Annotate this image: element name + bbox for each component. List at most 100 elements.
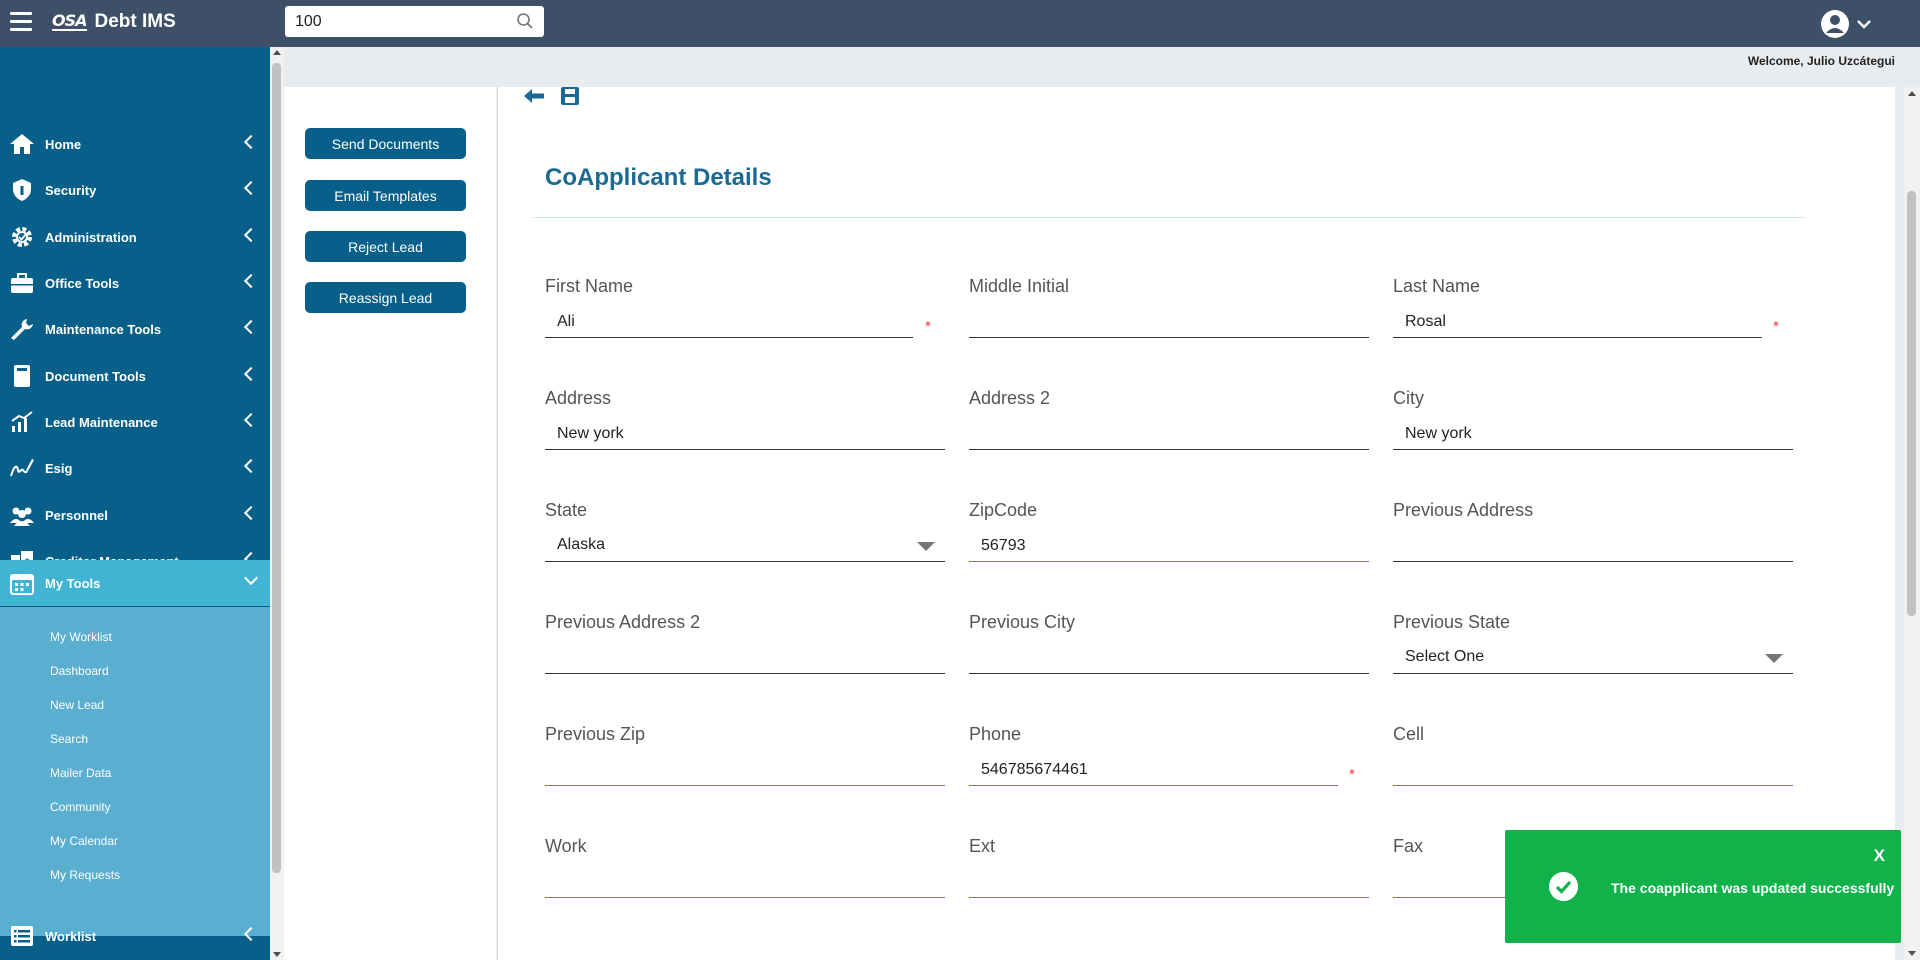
- submenu-item-new-lead[interactable]: New Lead: [50, 698, 104, 712]
- previous-state-select[interactable]: Select One: [1393, 642, 1793, 674]
- sidebar-item-home[interactable]: Home: [0, 121, 270, 167]
- chevron-left-icon: [243, 227, 259, 243]
- chevron-left-icon: [243, 458, 259, 474]
- scroll-down-arrow-icon[interactable]: [273, 952, 281, 957]
- previous-city-input[interactable]: [969, 642, 1369, 674]
- user-avatar-icon: [1821, 10, 1849, 38]
- sidebar-item-maintenance-tools[interactable]: Maintenance Tools: [0, 306, 270, 352]
- welcome-text: Welcome, Julio Uzcátegui: [1747, 54, 1895, 68]
- reject-lead-button[interactable]: Reject Lead: [305, 231, 466, 262]
- sidebar: Home Security Administration Office Tool…: [0, 47, 270, 960]
- sidebar-item-label: Esig: [45, 460, 73, 476]
- sidebar-item-security[interactable]: Security: [0, 167, 270, 213]
- submenu-item-dashboard[interactable]: Dashboard: [50, 664, 109, 678]
- ext-input[interactable]: [969, 866, 1369, 898]
- field-label: Fax: [1393, 836, 1424, 856]
- field-label: Previous City: [969, 612, 1076, 632]
- cell-input[interactable]: [1393, 754, 1793, 786]
- bar-chart-icon: [11, 411, 33, 432]
- zipcode-input[interactable]: [969, 530, 1369, 562]
- sidebar-item-esig[interactable]: Esig: [0, 445, 270, 491]
- sidebar-item-label: Security: [45, 182, 97, 198]
- home-icon: [10, 134, 34, 154]
- sidebar-item-label: Home: [45, 136, 82, 152]
- hamburger-menu-icon[interactable]: [10, 12, 32, 32]
- submenu-item-mailer-data[interactable]: Mailer Data: [50, 766, 111, 780]
- address2-input[interactable]: [969, 418, 1369, 450]
- field-label: Ext: [969, 836, 996, 856]
- chevron-left-icon: [243, 412, 259, 428]
- dropdown-arrow-icon: [917, 542, 935, 551]
- briefcase-icon: [11, 273, 33, 293]
- global-search: [285, 6, 544, 37]
- sidebar-item-label: Document Tools: [45, 368, 146, 384]
- field-label: First Name: [545, 276, 634, 296]
- field-label: Address 2: [969, 388, 1051, 408]
- phone-input[interactable]: [969, 754, 1338, 786]
- title-divider: [533, 217, 1805, 218]
- main-scrollbar[interactable]: [1904, 87, 1920, 960]
- scroll-down-arrow-icon[interactable]: [1908, 951, 1916, 956]
- required-asterisk: *: [925, 318, 931, 335]
- work-input[interactable]: [545, 866, 945, 898]
- brand-name: Debt IMS: [94, 11, 176, 32]
- required-asterisk: *: [1773, 318, 1779, 335]
- toast-message: The coapplicant was updated successfully: [1611, 880, 1895, 896]
- field-label: Last Name: [1393, 276, 1481, 296]
- submenu-item-my-calendar[interactable]: My Calendar: [50, 834, 118, 848]
- field-label: Phone: [969, 724, 1022, 744]
- book-icon: [14, 365, 30, 387]
- actions-panel: Send Documents Email Templates Reject Le…: [284, 87, 496, 960]
- scroll-up-arrow-icon[interactable]: [273, 50, 281, 55]
- sidebar-item-label: Administration: [45, 229, 137, 245]
- scrollbar-thumb[interactable]: [272, 63, 281, 873]
- user-menu[interactable]: [1820, 9, 1872, 39]
- email-templates-button[interactable]: Email Templates: [305, 180, 466, 211]
- sidebar-item-label: Personnel: [45, 507, 108, 523]
- sidebar-item-personnel[interactable]: Personnel: [0, 492, 270, 538]
- field-label: Previous Zip: [545, 724, 646, 744]
- city-input[interactable]: [1393, 418, 1793, 450]
- brand: OSA Debt IMS: [52, 11, 176, 33]
- send-documents-button[interactable]: Send Documents: [305, 128, 466, 159]
- submenu-item-my-worklist[interactable]: My Worklist: [50, 630, 112, 644]
- reassign-lead-button[interactable]: Reassign Lead: [305, 282, 466, 313]
- address-input[interactable]: [545, 418, 945, 450]
- check-circle-icon: [1549, 872, 1578, 901]
- chevron-left-icon: [243, 319, 259, 335]
- scrollbar-thumb[interactable]: [1907, 191, 1916, 616]
- submenu-item-my-requests[interactable]: My Requests: [50, 868, 120, 882]
- sidebar-item-my-tools[interactable]: My Tools: [0, 560, 270, 606]
- search-input[interactable]: [295, 12, 505, 31]
- field-label: Middle Initial: [969, 276, 1070, 296]
- previous-zip-input[interactable]: [545, 754, 945, 786]
- submenu-item-community[interactable]: Community: [50, 800, 111, 814]
- sidebar-item-administration[interactable]: Administration: [0, 214, 270, 260]
- scroll-up-arrow-icon[interactable]: [1908, 91, 1916, 96]
- previous-address2-input[interactable]: [545, 642, 945, 674]
- success-toast: X The coapplicant was updated successful…: [1505, 830, 1901, 943]
- sidebar-scrollbar[interactable]: [270, 47, 284, 960]
- brand-logo: OSA: [52, 11, 88, 31]
- save-icon[interactable]: [560, 86, 580, 106]
- chevron-down-icon: [243, 570, 259, 586]
- sidebar-item-office-tools[interactable]: Office Tools: [0, 260, 270, 306]
- last-name-input[interactable]: [1393, 306, 1762, 338]
- sidebar-item-lead-maintenance[interactable]: Lead Maintenance: [0, 399, 270, 445]
- search-icon[interactable]: [516, 12, 534, 30]
- sidebar-item-document-tools[interactable]: Document Tools: [0, 353, 270, 399]
- first-name-input[interactable]: [545, 306, 913, 338]
- chevron-left-icon: [243, 926, 259, 942]
- sidebar-item-worklist[interactable]: Worklist: [0, 913, 270, 959]
- wrench-icon: [11, 319, 33, 340]
- back-arrow-icon[interactable]: [523, 86, 545, 106]
- chevron-left-icon: [243, 180, 259, 196]
- state-select[interactable]: Alaska: [545, 530, 945, 562]
- submenu-item-search[interactable]: Search: [50, 732, 88, 746]
- chevron-left-icon: [243, 273, 259, 289]
- field-label: State: [545, 500, 588, 520]
- previous-address-input[interactable]: [1393, 530, 1793, 562]
- middle-initial-input[interactable]: [969, 306, 1369, 338]
- field-label: Previous State: [1393, 612, 1511, 632]
- toast-close-button[interactable]: X: [1874, 846, 1885, 866]
